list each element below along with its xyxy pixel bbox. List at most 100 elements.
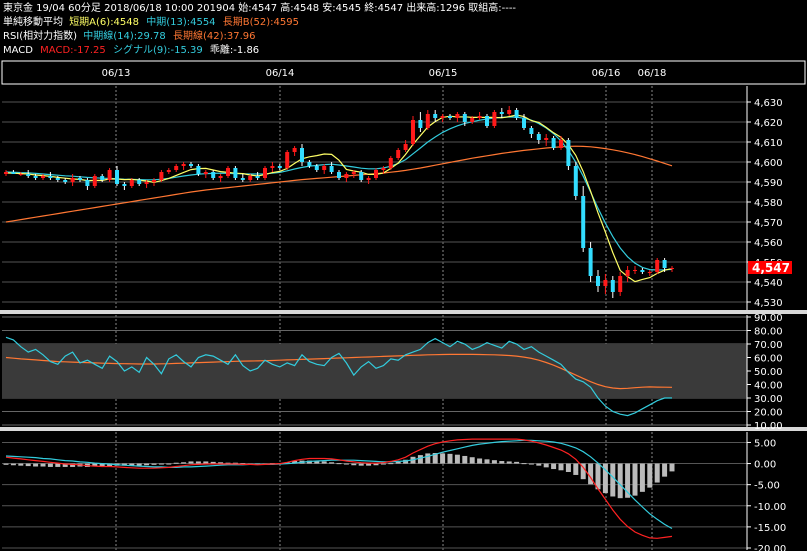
candle-body [374, 170, 378, 178]
candle-body [566, 140, 571, 166]
macd-histogram-bar [425, 453, 431, 464]
signal-label: シグナル(9):-15.39 [113, 43, 203, 56]
rsi-tick-label: 70.00 [754, 340, 783, 351]
candle-body [492, 112, 497, 126]
candle-body [403, 144, 408, 150]
ma-title: 単純移動平均 [3, 15, 63, 28]
candle-body [581, 196, 586, 248]
candle-body [337, 172, 341, 178]
candle-body [573, 166, 578, 196]
chart-svg: 東京金 19/04 60分足 2018/06/18 10:00 201904 始… [0, 1, 807, 551]
macd-tick-label: 0.00 [754, 460, 776, 471]
candle-body [233, 168, 238, 178]
candle-body [226, 168, 230, 176]
macd-histogram-bar [173, 462, 179, 464]
macd-histogram-bar [469, 457, 475, 464]
diff-label: 乖離:-1.86 [210, 43, 259, 56]
macd-histogram-bar [195, 461, 201, 464]
ma-short-label: 短期A(6):4548 [69, 15, 139, 28]
macd-histogram-bar [47, 463, 53, 467]
candle-body [263, 168, 267, 178]
price-tick-label: 4,530 [754, 298, 783, 309]
macd-histogram-bar [3, 463, 9, 465]
candle-body [85, 180, 90, 186]
macd-histogram-bar [617, 463, 623, 499]
macd-histogram-bar [484, 459, 490, 464]
candle-body [292, 148, 297, 152]
price-tick-label: 4,630 [754, 98, 783, 109]
rsi-title: RSI(相対力指数) [3, 29, 77, 42]
candle-body [48, 176, 53, 178]
candle-body [603, 280, 608, 286]
candle-body [366, 178, 371, 180]
macd-histogram-bar [654, 463, 660, 483]
rsi-tick-label: 40.00 [754, 381, 783, 392]
candle-body [514, 110, 519, 118]
ma-mid-label: 中期(13):4554 [146, 15, 215, 28]
candle-body [411, 120, 415, 144]
candle-body [655, 260, 660, 272]
macd-histogram-bar [543, 463, 549, 468]
price-tick-label: 4,610 [754, 138, 783, 149]
candle-body [255, 176, 260, 178]
macd-histogram-bar [151, 463, 157, 465]
candle-body [559, 140, 563, 148]
macd-histogram-bar [565, 463, 571, 472]
macd-histogram-bar [55, 463, 61, 467]
candle-body [129, 180, 134, 186]
macd-histogram-bar [558, 463, 564, 471]
candle-body [433, 114, 438, 118]
ma-long-label: 長期B(52):4595 [223, 16, 299, 28]
candle-body [300, 148, 304, 162]
candle-body [18, 174, 23, 175]
candle-body [285, 152, 290, 168]
date-tick-label: 06/13 [102, 68, 131, 79]
macd-histogram-bar [440, 453, 446, 464]
price-tick-label: 4,560 [754, 238, 783, 249]
ma-legend: 単純移動平均 短期A(6):4548 中期(13):4554 長期B(52):4… [3, 15, 299, 28]
candle-body [307, 162, 312, 166]
macd-histogram-bar [366, 463, 372, 466]
rsi-tick-label: 50.00 [754, 367, 783, 378]
rsi-tick-label: 30.00 [754, 394, 783, 405]
macd-histogram-bar [669, 463, 675, 472]
candle-body [455, 114, 460, 118]
macd-tick-label: -20.00 [754, 544, 786, 551]
candle-body [544, 138, 549, 140]
candle-body [33, 176, 38, 178]
macd-histogram-bar [33, 463, 39, 467]
macd-histogram-bar [351, 463, 357, 466]
candle-body [381, 168, 386, 170]
price-tick-label: 4,620 [754, 118, 783, 129]
last-price-marker: 4,547 [748, 261, 792, 275]
candle-body [248, 176, 253, 180]
candle-body [63, 180, 68, 182]
candle-body [144, 182, 149, 184]
macd-histogram-bar [536, 463, 542, 466]
candle-body [240, 178, 245, 180]
candle-body [78, 178, 82, 180]
macd-histogram-bar [573, 463, 579, 475]
header-line1: 東京金 19/04 60分足 2018/06/18 10:00 201904 始… [3, 1, 516, 14]
macd-histogram-bar [40, 463, 46, 467]
macd-histogram-bar [10, 463, 16, 466]
candle-body [618, 276, 623, 292]
candle-body [189, 164, 193, 166]
candle-body [270, 166, 275, 168]
macd-histogram-bar [166, 463, 172, 465]
candle-body [137, 180, 142, 184]
candle-body [448, 116, 452, 118]
macd-histogram-bar [329, 462, 335, 464]
macd-legend: MACD MACD:-17.25 シグナル(9):-15.39 乖離:-1.86 [3, 43, 259, 56]
macd-histogram-bar [158, 463, 164, 465]
price-tick-label: 4,600 [754, 158, 783, 169]
rsi-tick-label: 90.00 [754, 313, 783, 324]
date-tick-label: 06/14 [266, 68, 295, 79]
candle-body [536, 134, 541, 140]
rsi-mid-label: 中期線(14):29.78 [83, 29, 166, 42]
last-price-label: 4,547 [752, 261, 790, 275]
candle-body [211, 172, 216, 178]
date-tick-label: 06/15 [429, 68, 458, 79]
price-panel [2, 86, 747, 310]
axis-layer: 4,630 4,620 4,610 4,600 4,590 4,580 4,570 4,560… [746, 86, 786, 551]
